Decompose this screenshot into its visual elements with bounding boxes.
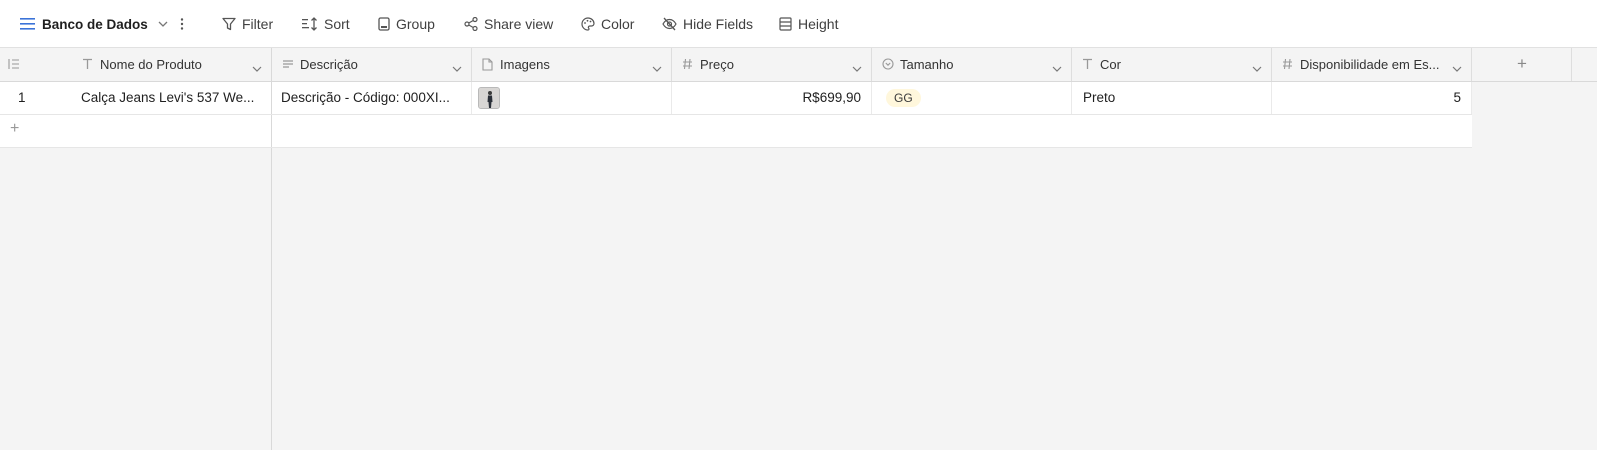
column-header-nome[interactable]: Nome do Produto bbox=[0, 48, 272, 81]
view-selector[interactable]: Banco de Dados bbox=[20, 12, 168, 36]
hide-fields-label: Hide Fields bbox=[683, 16, 754, 32]
column-header-label: Cor bbox=[1100, 57, 1121, 72]
add-row-button[interactable]: + bbox=[0, 115, 1472, 148]
text-field-icon bbox=[1082, 58, 1093, 73]
column-header-label: Descrição bbox=[300, 57, 358, 72]
number-field-icon bbox=[682, 58, 693, 73]
color-button[interactable]: Color bbox=[581, 12, 634, 36]
share-view-button[interactable]: Share view bbox=[464, 12, 553, 36]
image-thumbnail[interactable] bbox=[478, 87, 500, 109]
long-text-icon bbox=[282, 58, 294, 73]
cell-disponibilidade[interactable]: 5 bbox=[1272, 82, 1472, 114]
view-toolbar: Banco de Dados Filter Sort Group Share v… bbox=[0, 0, 1597, 48]
column-header-imagens[interactable]: Imagens bbox=[472, 48, 672, 81]
cell-nome[interactable]: Calça Jeans Levi's 537 We... bbox=[81, 82, 267, 114]
chevron-down-icon bbox=[158, 21, 168, 27]
frozen-column-divider bbox=[271, 148, 272, 450]
chevron-down-icon[interactable] bbox=[452, 60, 462, 75]
height-label: Height bbox=[798, 16, 839, 32]
single-select-icon bbox=[882, 58, 894, 73]
group-label: Group bbox=[396, 16, 435, 32]
funnel-icon bbox=[222, 17, 236, 31]
eye-off-icon bbox=[662, 17, 677, 31]
cell-cor[interactable]: Preto bbox=[1072, 82, 1272, 114]
color-label: Color bbox=[601, 16, 635, 32]
size-badge: GG bbox=[886, 89, 921, 107]
plus-icon: + bbox=[1517, 54, 1527, 73]
column-header-label: Tamanho bbox=[900, 57, 954, 72]
column-header-tamanho[interactable]: Tamanho bbox=[872, 48, 1072, 81]
column-header-preco[interactable]: Preço bbox=[672, 48, 872, 81]
share-icon bbox=[464, 17, 478, 31]
row-index: 1 bbox=[18, 90, 26, 105]
column-header-label: Disponibilidade em Es... bbox=[1300, 57, 1440, 72]
chevron-down-icon[interactable] bbox=[252, 60, 262, 75]
chevron-down-icon[interactable] bbox=[1252, 60, 1262, 75]
cell-imagens[interactable] bbox=[472, 82, 672, 114]
filter-button[interactable]: Filter bbox=[222, 12, 273, 36]
cell-descricao[interactable]: Descrição - Código: 000XI... bbox=[272, 82, 472, 114]
data-grid: Nome do Produto Descrição Imagens Preço … bbox=[0, 48, 1597, 450]
row-height-button[interactable]: Height bbox=[779, 12, 838, 36]
attachment-icon bbox=[482, 58, 493, 74]
add-column-button[interactable]: + bbox=[1472, 48, 1572, 81]
table-row[interactable]: 1 Calça Jeans Levi's 537 We... Descrição… bbox=[0, 82, 1472, 115]
palette-icon bbox=[581, 17, 595, 31]
row-number-icon bbox=[8, 58, 20, 73]
number-field-icon bbox=[1282, 58, 1293, 73]
row-height-icon bbox=[779, 17, 792, 31]
text-field-icon bbox=[82, 58, 93, 73]
group-icon bbox=[378, 17, 390, 31]
sort-button[interactable]: Sort bbox=[302, 12, 350, 36]
kebab-icon bbox=[180, 18, 184, 30]
sort-label: Sort bbox=[324, 16, 350, 32]
column-header-row: Nome do Produto Descrição Imagens Preço … bbox=[0, 48, 1597, 82]
chevron-down-icon[interactable] bbox=[1052, 60, 1062, 75]
hamburger-icon bbox=[20, 17, 36, 31]
hide-fields-button[interactable]: Hide Fields bbox=[662, 12, 753, 36]
column-header-label: Nome do Produto bbox=[100, 57, 202, 72]
cell-preco[interactable]: R$699,90 bbox=[672, 82, 872, 114]
column-header-label: Imagens bbox=[500, 57, 550, 72]
chevron-down-icon[interactable] bbox=[852, 60, 862, 75]
filter-label: Filter bbox=[242, 16, 274, 32]
column-header-disponibilidade[interactable]: Disponibilidade em Es... bbox=[1272, 48, 1472, 81]
cell-tamanho[interactable]: GG bbox=[872, 82, 1072, 114]
share-label: Share view bbox=[484, 16, 554, 32]
plus-icon: + bbox=[10, 120, 20, 137]
group-button[interactable]: Group bbox=[378, 12, 435, 36]
view-name: Banco de Dados bbox=[42, 16, 148, 32]
column-header-cor[interactable]: Cor bbox=[1072, 48, 1272, 81]
sort-icon bbox=[302, 17, 318, 31]
column-header-label: Preço bbox=[700, 57, 734, 72]
column-header-descricao[interactable]: Descrição bbox=[272, 48, 472, 81]
chevron-down-icon[interactable] bbox=[1452, 60, 1462, 75]
chevron-down-icon[interactable] bbox=[652, 60, 662, 75]
view-options-button[interactable] bbox=[180, 12, 184, 36]
add-row-cell[interactable]: + bbox=[0, 115, 272, 147]
